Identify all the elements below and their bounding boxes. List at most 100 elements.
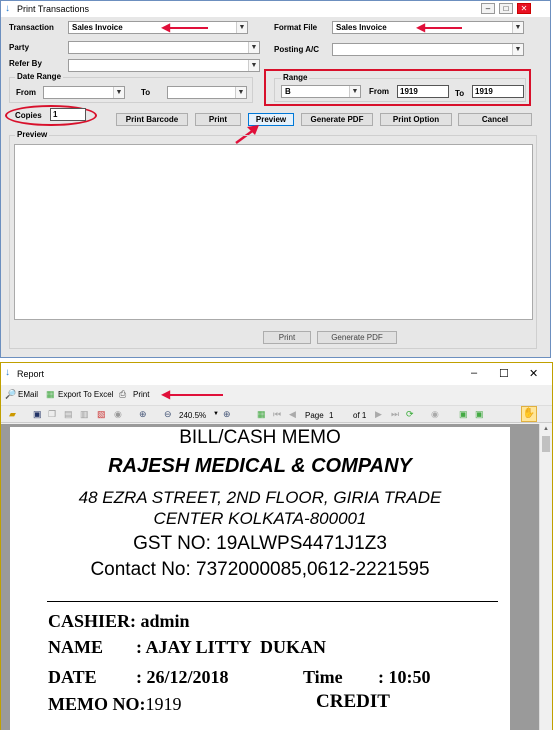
address-line-2: CENTER KOLKATA-800001 xyxy=(153,509,367,528)
first-page-icon[interactable]: ⏮ xyxy=(273,408,281,420)
address-line-1: 48 EZRA STREET, 2ND FLOOR, GIRIA TRADE xyxy=(78,488,442,507)
range-label: Range xyxy=(281,73,310,82)
close-button[interactable]: ✕ xyxy=(517,3,531,14)
zoom-level[interactable]: 240.5% xyxy=(179,411,206,420)
thumbnails-icon[interactable]: ▦ xyxy=(257,408,266,420)
name-label: NAME xyxy=(48,637,103,657)
posting-label: Posting A/C xyxy=(274,45,320,54)
copy-icon[interactable]: ❐ xyxy=(48,408,56,420)
transaction-select[interactable]: Sales Invoice ▼ xyxy=(68,21,248,34)
arrow-head-icon: ◀ xyxy=(161,20,171,34)
range-series-select[interactable]: B ▼ xyxy=(281,85,361,98)
printer-icon: ⎙ xyxy=(119,389,127,399)
zoom-in-icon[interactable]: ⊕ xyxy=(223,408,231,420)
range-from-label: From xyxy=(369,87,389,96)
party-label: Party xyxy=(9,43,30,52)
next-page-icon[interactable]: ▶ xyxy=(375,408,382,420)
format-file-value: Sales Invoice xyxy=(336,23,387,32)
contact-number: Contact No: 7372000085,0612-2221595 xyxy=(90,559,430,580)
chevron-down-icon[interactable]: ▼ xyxy=(248,60,259,71)
range-series-value: B xyxy=(285,87,291,96)
preview-label: Preview xyxy=(15,130,50,139)
party-select[interactable]: ▼ xyxy=(68,41,260,54)
last-page-icon[interactable]: ⏭ xyxy=(391,408,399,420)
prev-page-icon[interactable]: ◀ xyxy=(289,408,296,420)
page-setup-icon[interactable]: ▤ xyxy=(64,408,73,420)
transaction-label: Transaction xyxy=(9,23,54,32)
stop-icon[interactable]: ◉ xyxy=(114,408,122,420)
vertical-scrollbar[interactable]: ▲ xyxy=(539,424,552,730)
date-label: DATE xyxy=(48,667,97,687)
memo-no-value: 1919 xyxy=(145,694,182,714)
layout-icon[interactable]: ▥ xyxy=(80,408,89,420)
range-to-input[interactable]: 1919 xyxy=(472,85,524,98)
preview-print-button[interactable]: Print xyxy=(263,331,311,344)
zoom-out-icon[interactable]: ⊖ xyxy=(164,408,172,420)
refer-by-select[interactable]: ▼ xyxy=(68,59,260,72)
cancel-button[interactable]: Cancel xyxy=(458,113,532,126)
date-value: : 26/12/2018 xyxy=(136,667,229,687)
chevron-down-icon[interactable]: ▼ xyxy=(236,22,247,33)
pdf-icon[interactable]: ▧ xyxy=(97,408,106,420)
title-bar: ↓ Report – ☐ ✕ xyxy=(1,363,552,385)
posting-select[interactable]: ▼ xyxy=(332,43,524,56)
refer-by-label: Refer By xyxy=(9,59,42,68)
format-file-label: Format File xyxy=(274,23,318,32)
stop-icon[interactable]: ◉ xyxy=(431,408,439,420)
print-option-button[interactable]: Print Option xyxy=(380,113,452,126)
generate-pdf-button[interactable]: Generate PDF xyxy=(301,113,373,126)
range-from-input[interactable]: 1919 xyxy=(397,85,449,98)
range-to-label: To xyxy=(455,89,465,98)
minimize-button[interactable]: – xyxy=(471,367,477,379)
multi-page-icon[interactable]: ▣ xyxy=(475,408,484,420)
preview-generate-pdf-button[interactable]: Generate PDF xyxy=(317,331,397,344)
maximize-button[interactable]: ☐ xyxy=(499,367,509,380)
minimize-button[interactable]: – xyxy=(481,3,495,14)
chevron-down-icon[interactable]: ▼ xyxy=(512,44,523,55)
chevron-down-icon[interactable]: ▼ xyxy=(512,22,523,33)
date-to-picker[interactable]: ▼ xyxy=(167,86,247,99)
hand-tool-icon[interactable]: ✋ xyxy=(521,406,537,422)
date-range-label: Date Range xyxy=(15,72,64,81)
scroll-thumb[interactable] xyxy=(542,436,550,452)
save-icon[interactable]: ▣ xyxy=(33,408,42,420)
window-title: Print Transactions xyxy=(17,4,90,14)
time-value: : 10:50 xyxy=(378,667,431,687)
email-menu[interactable]: EMail xyxy=(18,390,38,399)
chevron-down-icon[interactable]: ▼ xyxy=(213,411,219,417)
page-input[interactable]: 1 xyxy=(329,411,333,420)
copies-input[interactable]: 1 xyxy=(50,108,86,121)
copies-label: Copies xyxy=(15,111,42,120)
chevron-down-icon[interactable]: ▼ xyxy=(248,42,259,53)
page-label: Page xyxy=(305,411,324,420)
maximize-button[interactable]: □ xyxy=(499,3,513,14)
chevron-down-icon[interactable]: ▼ xyxy=(349,86,360,97)
print-menu[interactable]: Print xyxy=(133,390,149,399)
arrow-head-icon: ◀ xyxy=(161,387,171,401)
chevron-down-icon[interactable]: ▼ xyxy=(113,87,124,98)
gst-number: GST NO: 19ALWPS4471J1Z3 xyxy=(133,533,387,554)
page-count: of 1 xyxy=(353,411,367,420)
cashier: CASHIER: admin xyxy=(48,611,190,631)
chevron-down-icon[interactable]: ▼ xyxy=(235,87,246,98)
transaction-value: Sales Invoice xyxy=(72,23,123,32)
app-icon: ↓ xyxy=(5,3,10,14)
date-from-picker[interactable]: ▼ xyxy=(43,86,125,99)
preview-pane[interactable] xyxy=(14,144,533,320)
email-icon: 🔎 xyxy=(5,389,17,399)
close-button[interactable]: ✕ xyxy=(529,367,538,380)
print-barcode-button[interactable]: Print Barcode xyxy=(116,113,188,126)
payment-type: CREDIT xyxy=(316,691,390,712)
single-page-icon[interactable]: ▣ xyxy=(459,408,468,420)
time-label: Time xyxy=(303,667,343,687)
title-bar: ↓ Print Transactions – □ ✕ xyxy=(1,1,550,17)
report-toolbar: ▰ ▣ ❐ ▤ ▥ ▧ ◉ ⊕ ⊖ 240.5% ▼ ⊕ ▦ ⏮ ◀ Page … xyxy=(1,405,552,423)
open-icon[interactable]: ▰ xyxy=(9,408,16,420)
annotation-arrow xyxy=(422,27,462,29)
scroll-up-icon[interactable]: ▲ xyxy=(540,424,552,434)
excel-icon: ▦ xyxy=(46,389,55,399)
zoom-icon[interactable]: ⊕ xyxy=(139,408,147,420)
refresh-icon[interactable]: ⟳ xyxy=(406,408,414,420)
report-page: BILL/CASH MEMO RAJESH MEDICAL & COMPANY … xyxy=(10,427,510,730)
export-excel-menu[interactable]: Export To Excel xyxy=(58,390,113,399)
